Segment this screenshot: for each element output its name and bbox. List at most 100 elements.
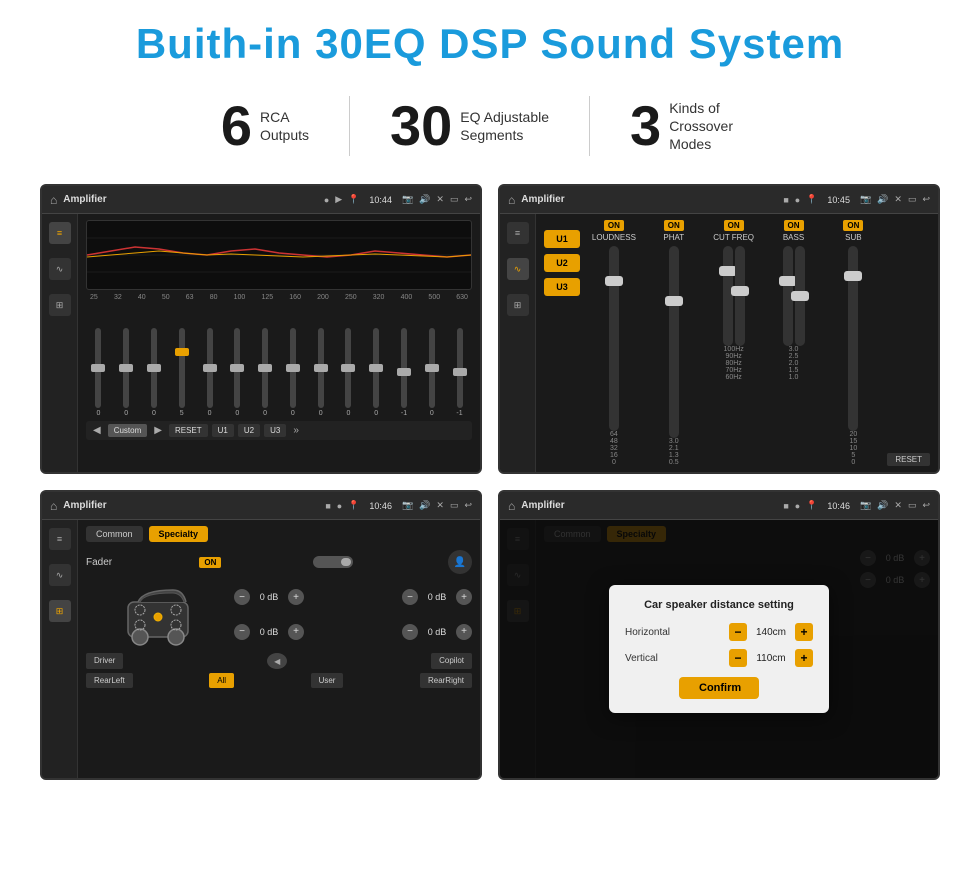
- eq-slider-1[interactable]: 0: [114, 328, 139, 417]
- fader-tl-minus[interactable]: −: [234, 589, 250, 605]
- eq-slider-0[interactable]: 0: [86, 328, 111, 417]
- bass-on-label[interactable]: ON: [784, 220, 804, 231]
- car-diagram: [86, 582, 230, 647]
- dialog-close-icon: ✕: [894, 500, 902, 511]
- cutfreq-slider-f[interactable]: [723, 246, 733, 346]
- eq-slider-10[interactable]: 0: [364, 328, 389, 417]
- loudness-on-label[interactable]: ON: [604, 220, 624, 231]
- eq-more-btn[interactable]: »: [290, 424, 302, 437]
- eq-slider-2[interactable]: 0: [142, 328, 167, 417]
- fader-time: 10:46: [369, 501, 392, 511]
- eq-u1-btn[interactable]: U1: [212, 424, 234, 437]
- fader-on-badge[interactable]: ON: [199, 557, 221, 568]
- eq-next-btn[interactable]: ▶: [151, 424, 165, 437]
- loudness-slider[interactable]: [609, 246, 619, 431]
- eq-slider-4[interactable]: 0: [197, 328, 222, 417]
- fader-tab-specialty[interactable]: Specialty: [149, 526, 209, 542]
- driver-btn[interactable]: Driver: [86, 653, 123, 669]
- eq-slider-8[interactable]: 0: [308, 328, 333, 417]
- eq-body: 253240506380 100125160200250320 40050063…: [78, 214, 480, 472]
- fader-home-icon[interactable]: ⌂: [50, 499, 57, 513]
- crossover-sidebar-icon-1[interactable]: ≡: [507, 222, 529, 244]
- eq-topbar: ⌂ Amplifier ● ▶ 📍 10:44 📷 🔊 ✕ ▭ ↩: [42, 186, 480, 214]
- stat-label-crossover: Kinds ofCrossover Modes: [669, 99, 759, 154]
- fader-sidebar-icon-1[interactable]: ≡: [49, 528, 71, 550]
- fader-close-icon: ✕: [436, 500, 444, 511]
- channel-cutfreq: ON CUT FREQ 100Hz90Hz80Hz70Hz60Hz: [706, 220, 762, 466]
- fader-tr-minus[interactable]: −: [402, 589, 418, 605]
- dialog-horizontal-label: Horizontal: [625, 627, 729, 638]
- copilot-btn[interactable]: Copilot: [431, 653, 472, 669]
- crossover-time: 10:45: [827, 195, 850, 205]
- cutfreq-on-label[interactable]: ON: [724, 220, 744, 231]
- dialog-back-icon[interactable]: ↩: [922, 500, 930, 511]
- preset-u1[interactable]: U1: [544, 230, 580, 248]
- fader-sidebar-icon-3[interactable]: ⊞: [49, 600, 71, 622]
- eq-u3-btn[interactable]: U3: [264, 424, 286, 437]
- eq-slider-11[interactable]: -1: [392, 328, 417, 417]
- dialog-horizontal-plus[interactable]: +: [795, 623, 813, 641]
- eq-u2-btn[interactable]: U2: [238, 424, 260, 437]
- all-btn[interactable]: All: [209, 673, 234, 688]
- eq-sidebar-icon-3[interactable]: ⊞: [49, 294, 71, 316]
- page-title: Buith-in 30EQ DSP Sound System: [30, 20, 950, 68]
- dialog-horizontal-row: Horizontal − 140cm +: [625, 623, 813, 641]
- fader-bottom-left-control: − 0 dB +: [234, 624, 324, 640]
- crossover-home-icon[interactable]: ⌂: [508, 193, 515, 207]
- cutfreq-slider-g[interactable]: [735, 246, 745, 346]
- fader-tl-plus[interactable]: +: [288, 589, 304, 605]
- eq-slider-6[interactable]: 0: [253, 328, 278, 417]
- fader-bl-plus[interactable]: +: [288, 624, 304, 640]
- sub-on-label[interactable]: ON: [843, 220, 863, 231]
- phat-slider[interactable]: [669, 246, 679, 438]
- eq-slider-7[interactable]: 0: [280, 328, 305, 417]
- fader-body: Common Specialty Fader ON 👤: [78, 520, 480, 778]
- sub-slider[interactable]: [848, 246, 858, 431]
- confirm-button[interactable]: Confirm: [679, 677, 759, 699]
- phat-on-label[interactable]: ON: [664, 220, 684, 231]
- fader-label: Fader: [86, 557, 112, 568]
- fader-arrow-icon: ◀: [267, 653, 287, 669]
- eq-slider-12[interactable]: 0: [419, 328, 444, 417]
- eq-prev-btn[interactable]: ◀: [90, 424, 104, 437]
- user-btn[interactable]: User: [311, 673, 344, 688]
- dialog-home-icon[interactable]: ⌂: [508, 499, 515, 513]
- crossover-reset-btn[interactable]: RESET: [887, 453, 930, 466]
- eq-slider-9[interactable]: 0: [336, 328, 361, 417]
- stat-number-rca: 6: [221, 98, 252, 154]
- dialog-horizontal-minus[interactable]: −: [729, 623, 747, 641]
- home-icon[interactable]: ⌂: [50, 193, 57, 207]
- fader-br-plus[interactable]: +: [456, 624, 472, 640]
- preset-u3[interactable]: U3: [544, 278, 580, 296]
- dialog-time: 10:46: [827, 501, 850, 511]
- fader-sidebar-icon-2[interactable]: ∿: [49, 564, 71, 586]
- eq-sidebar-icon-1[interactable]: ≡: [49, 222, 71, 244]
- dialog-volume-icon: 🔊: [877, 500, 888, 511]
- crossover-volume-icon: 🔊: [877, 194, 888, 205]
- fader-br-minus[interactable]: −: [402, 624, 418, 640]
- fader-bl-minus[interactable]: −: [234, 624, 250, 640]
- eq-slider-13[interactable]: -1: [447, 328, 472, 417]
- rearright-btn[interactable]: RearRight: [420, 673, 472, 688]
- eq-custom-btn[interactable]: Custom: [108, 424, 148, 437]
- dialog-horizontal-value: 140cm: [751, 627, 791, 638]
- crossover-dot-icon: ■: [783, 195, 788, 205]
- preset-u2[interactable]: U2: [544, 254, 580, 272]
- dialog-vertical-plus[interactable]: +: [795, 649, 813, 667]
- dialog-location-icon: 📍: [806, 500, 817, 511]
- back-icon[interactable]: ↩: [464, 194, 472, 205]
- eq-reset-btn[interactable]: RESET: [169, 424, 208, 437]
- crossover-back-icon[interactable]: ↩: [922, 194, 930, 205]
- eq-sidebar-icon-2[interactable]: ∿: [49, 258, 71, 280]
- eq-slider-5[interactable]: 0: [225, 328, 250, 417]
- bass-slider-g[interactable]: [795, 246, 805, 346]
- fader-tr-plus[interactable]: +: [456, 589, 472, 605]
- crossover-sidebar-icon-3[interactable]: ⊞: [507, 294, 529, 316]
- fader-back-icon[interactable]: ↩: [464, 500, 472, 511]
- crossover-sidebar-icon-2[interactable]: ∿: [507, 258, 529, 280]
- fader-tab-common[interactable]: Common: [86, 526, 143, 542]
- rearleft-btn[interactable]: RearLeft: [86, 673, 133, 688]
- eq-slider-3[interactable]: 5: [169, 328, 194, 417]
- dialog-vertical-minus[interactable]: −: [729, 649, 747, 667]
- crossover-screen: ⌂ Amplifier ■ ● 📍 10:45 📷 🔊 ✕ ▭ ↩ ≡ ∿ ⊞: [498, 184, 940, 474]
